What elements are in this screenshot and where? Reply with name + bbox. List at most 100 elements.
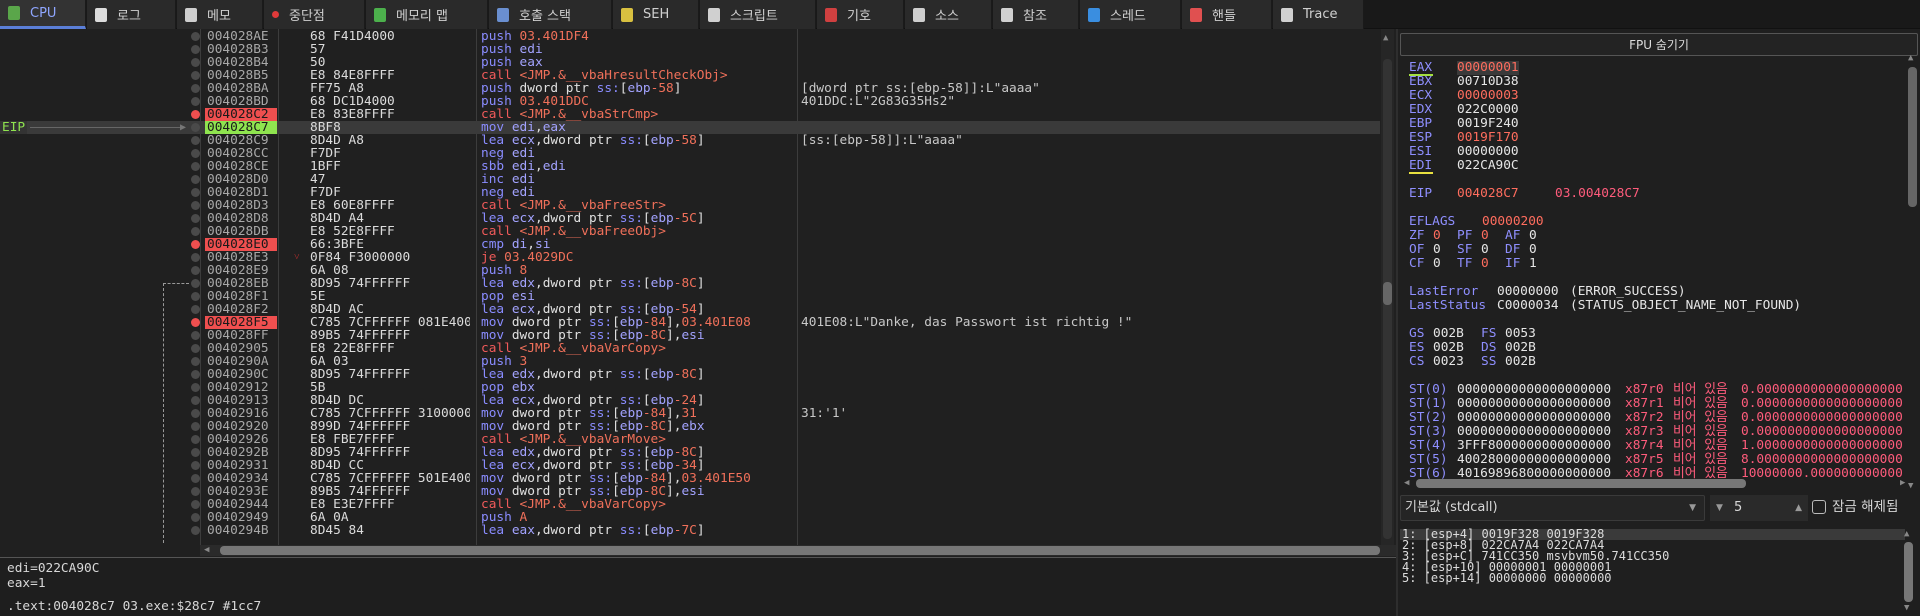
breakpoint-icon[interactable] [191, 240, 200, 249]
breakpoint-dot-icon[interactable] [191, 84, 200, 93]
register-value[interactable]: 0019F170 [1457, 131, 1519, 145]
breakpoint-dot-icon[interactable] [191, 474, 200, 483]
register-value[interactable]: 00000001 [1457, 61, 1519, 75]
scroll-thumb[interactable] [1383, 282, 1392, 305]
scroll-up-icon[interactable]: ▲ [1383, 33, 1388, 43]
breakpoint-dot-icon[interactable] [191, 227, 200, 236]
tab-item[interactable]: 호출 스택 [489, 0, 612, 29]
fpu-raw-value[interactable]: 40028000000000000000 [1457, 453, 1611, 467]
breakpoint-dot-icon[interactable] [191, 526, 200, 535]
breakpoint-dot-icon[interactable] [191, 71, 200, 80]
fpu-raw-value[interactable]: 3FFF8000000000000000 [1457, 439, 1611, 453]
breakpoint-dot-icon[interactable] [191, 266, 200, 275]
scroll-left-icon[interactable]: ◀ [204, 545, 209, 555]
decrement-icon[interactable]: ▼ [1716, 495, 1723, 521]
disasm-row[interactable]: 0040294B 8D45 84 lea eax,dword ptr ss:[ebp… [0, 524, 1380, 537]
breakpoint-dot-icon[interactable] [191, 448, 200, 457]
scroll-thumb[interactable] [1908, 67, 1917, 207]
flag-value[interactable]: 0 [1481, 229, 1489, 243]
tab-item[interactable]: 참조 [993, 0, 1079, 29]
unlock-checkbox[interactable] [1812, 500, 1826, 514]
scroll-down-icon[interactable]: ▼ [1904, 603, 1909, 613]
breakpoint-dot-icon[interactable] [191, 435, 200, 444]
breakpoint-dot-icon[interactable] [191, 123, 200, 132]
breakpoint-dot-icon[interactable] [191, 292, 200, 301]
scroll-thumb[interactable] [1416, 479, 1746, 488]
register-value[interactable]: 00710D38 [1457, 75, 1519, 89]
register-value[interactable]: 0019F240 [1457, 117, 1519, 131]
call-stack-args[interactable]: 1: [esp+4] 0019F328 0019F328 2: [esp+8] 0… [1400, 528, 1920, 616]
segment-value[interactable]: 0023 [1433, 355, 1464, 369]
register-vertical-scrollbar[interactable]: ▲ ▼ [1908, 53, 1918, 493]
scroll-up-icon[interactable]: ▲ [1904, 529, 1909, 539]
breakpoint-dot-icon[interactable] [191, 305, 200, 314]
breakpoint-dot-icon[interactable] [191, 136, 200, 145]
tab-item[interactable]: 중단점 [264, 0, 365, 29]
segment-value[interactable]: 0053 [1505, 327, 1536, 341]
scroll-right-icon[interactable]: ▶ [1900, 478, 1905, 488]
eip-value[interactable]: 004028C7 [1457, 187, 1519, 201]
stack-vertical-scrollbar[interactable]: ▲ ▼ [1904, 529, 1914, 614]
stack-arg-row[interactable]: 5: [esp+14] 00000000 00000000 [1400, 572, 1905, 584]
breakpoint-dot-icon[interactable] [191, 487, 200, 496]
breakpoint-dot-icon[interactable] [191, 370, 200, 379]
segment-value[interactable]: 002B [1505, 355, 1536, 369]
register-value[interactable]: 00000003 [1457, 89, 1519, 103]
breakpoint-dot-icon[interactable] [191, 32, 200, 41]
flag-value[interactable]: 0 [1433, 257, 1441, 271]
breakpoint-dot-icon[interactable] [191, 201, 200, 210]
breakpoint-dot-icon[interactable] [191, 513, 200, 522]
tab-cpu[interactable]: CPU [0, 0, 86, 29]
scroll-left-icon[interactable]: ◀ [1404, 478, 1409, 488]
breakpoint-dot-icon[interactable] [191, 461, 200, 470]
breakpoint-dot-icon[interactable] [191, 188, 200, 197]
scroll-thumb[interactable] [1904, 542, 1913, 602]
scroll-up-icon[interactable]: ▲ [1908, 53, 1913, 63]
calling-convention-select[interactable]: 기본값 (stdcall) ▼ [1400, 495, 1705, 521]
breakpoint-dot-icon[interactable] [191, 396, 200, 405]
breakpoint-icon[interactable] [191, 110, 200, 119]
disassembly-view[interactable]: 004028AE 68 F41D4000 push 03.401DF4 004028B… [0, 29, 1396, 557]
breakpoint-dot-icon[interactable] [191, 97, 200, 106]
flag-value[interactable]: 0 [1433, 229, 1441, 243]
breakpoint-dot-icon[interactable] [191, 357, 200, 366]
breakpoint-dot-icon[interactable] [191, 422, 200, 431]
fpu-raw-value[interactable]: 00000000000000000000 [1457, 425, 1611, 439]
segment-value[interactable]: 002B [1433, 341, 1464, 355]
disassembly-horizontal-scrollbar[interactable]: ◀ [200, 545, 1396, 556]
flag-value[interactable]: 1 [1529, 257, 1537, 271]
breakpoint-dot-icon[interactable] [191, 58, 200, 67]
register-list[interactable]: EAX 00000001 EBX 00710D38 ECX 00000003 EDX 022C… [1398, 59, 1904, 503]
increment-icon[interactable]: ▲ [1795, 495, 1802, 521]
fpu-raw-value[interactable]: 00000000000000000000 [1457, 411, 1611, 425]
breakpoint-dot-icon[interactable] [191, 331, 200, 340]
breakpoint-dot-icon[interactable] [191, 162, 200, 171]
tab-item[interactable]: 메모 [177, 0, 263, 29]
tab-item[interactable]: Trace [1273, 0, 1364, 29]
breakpoint-dot-icon[interactable] [191, 383, 200, 392]
breakpoint-dot-icon[interactable] [191, 344, 200, 353]
argument-count-spinner[interactable]: ▼ 5 ▲ [1710, 495, 1808, 521]
segment-value[interactable]: 002B [1433, 327, 1464, 341]
tab-item[interactable]: 메모리 맵 [366, 0, 488, 29]
register-value[interactable]: 022CA90C [1457, 159, 1519, 173]
disassembly-vertical-scrollbar[interactable]: ▲ [1381, 29, 1394, 545]
flag-value[interactable]: 0 [1481, 257, 1489, 271]
register-horizontal-scrollbar[interactable]: ◀ ▶ [1400, 478, 1920, 490]
hide-fpu-button[interactable]: FPU 숨기기 [1400, 33, 1918, 56]
flag-value[interactable]: 0 [1433, 243, 1441, 257]
register-value[interactable]: 022C0000 [1457, 103, 1519, 117]
breakpoint-dot-icon[interactable] [191, 500, 200, 509]
breakpoint-dot-icon[interactable] [191, 175, 200, 184]
tab-item[interactable]: SEH [613, 0, 699, 29]
register-value[interactable]: 00000000 [1457, 145, 1519, 159]
breakpoint-dot-icon[interactable] [191, 149, 200, 158]
flag-value[interactable]: 0 [1481, 243, 1489, 257]
tab-item[interactable]: 기호 [817, 0, 904, 29]
breakpoint-dot-icon[interactable] [191, 45, 200, 54]
fpu-raw-value[interactable]: 00000000000000000000 [1457, 383, 1611, 397]
fpu-raw-value[interactable]: 00000000000000000000 [1457, 397, 1611, 411]
tab-item[interactable]: 스레드 [1080, 0, 1181, 29]
tab-item[interactable]: 핸들 [1182, 0, 1272, 29]
tab-item[interactable]: 소스 [905, 0, 992, 29]
